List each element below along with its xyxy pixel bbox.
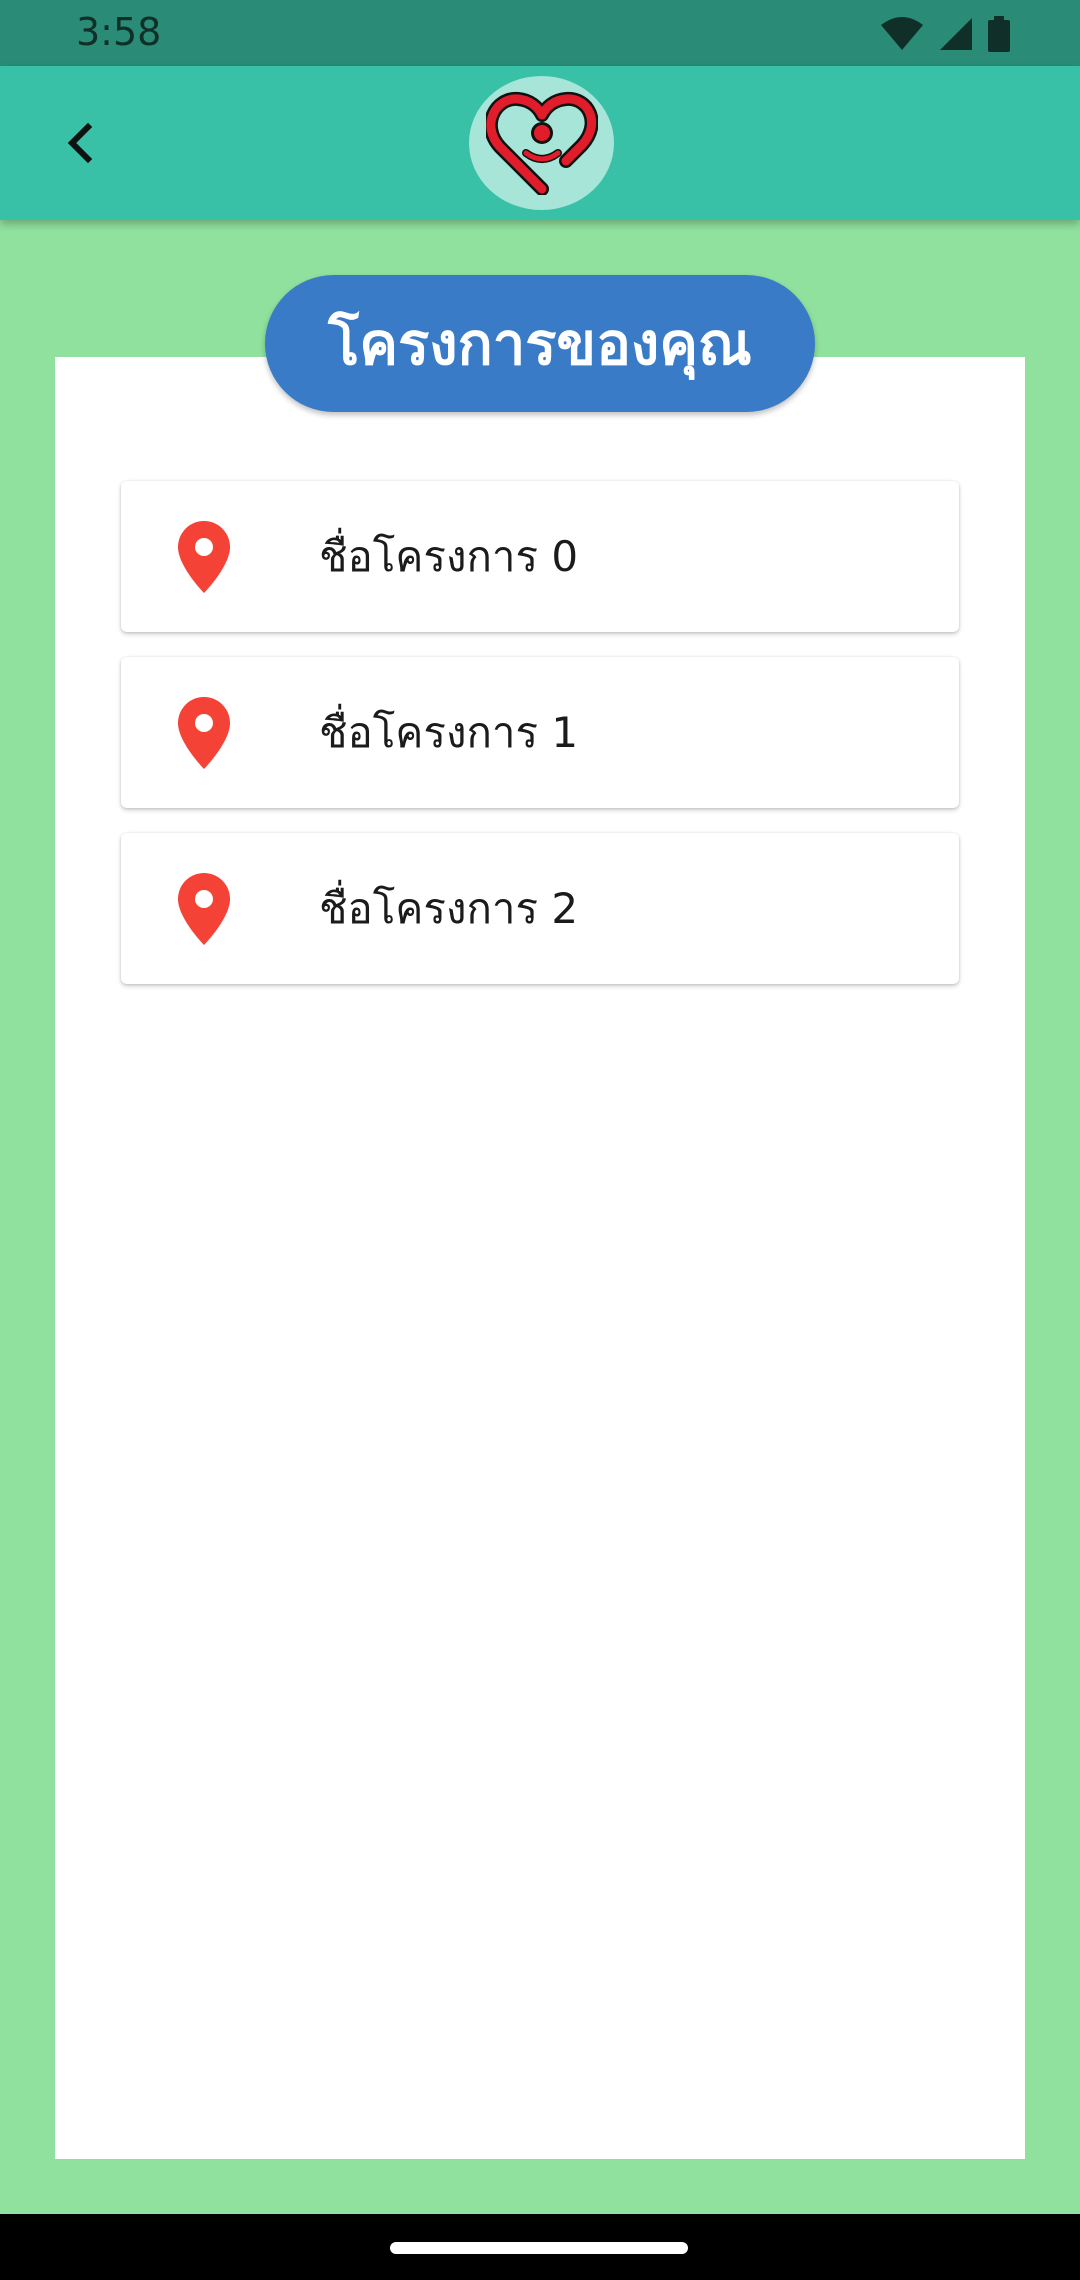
page-title-badge: โครงการของคุณ [265,275,815,412]
battery-icon [988,16,1010,52]
page-title: โครงการของคุณ [328,310,752,378]
chevron-left-icon [67,123,93,163]
back-button[interactable] [48,111,112,175]
home-indicator[interactable] [390,2242,688,2254]
status-bar: 3:58 [0,0,1080,66]
map-pin-icon [178,873,230,945]
project-name: ชื่อโครงการ 1 [319,708,579,757]
status-icons [880,14,1010,54]
project-list-item[interactable]: ชื่อโครงการ 2 [121,833,959,984]
wifi-icon [881,17,923,50]
navigation-bar [0,2214,1080,2280]
project-list-item[interactable]: ชื่อโครงการ 0 [121,481,959,632]
project-name: ชื่อโครงการ 0 [319,532,579,581]
project-list-item[interactable]: ชื่อโครงการ 1 [121,657,959,808]
project-list: ชื่อโครงการ 0 ชื่อโครงการ 1 ชื่อโครงการ … [121,481,959,1009]
map-pin-icon [178,697,230,769]
project-name: ชื่อโครงการ 2 [319,884,579,933]
cellular-signal-icon [940,18,972,50]
heart-logo-icon [485,91,598,195]
app-bar [0,66,1080,220]
status-time: 3:58 [76,10,162,54]
map-pin-icon [178,521,230,593]
app-logo [469,76,614,210]
